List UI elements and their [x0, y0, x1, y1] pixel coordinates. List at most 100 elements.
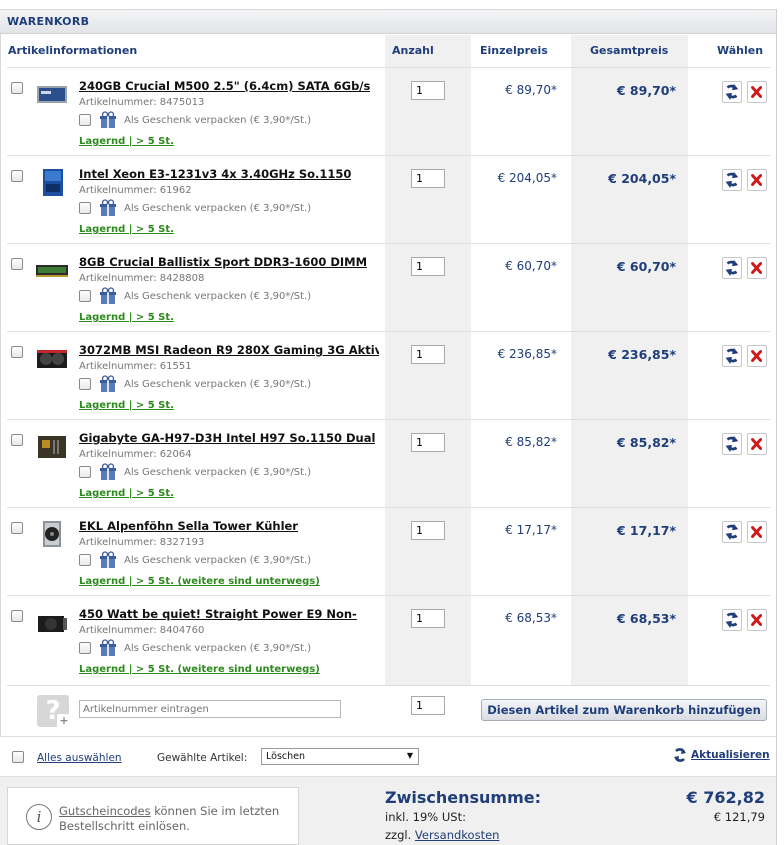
stock-status[interactable]: Lagernd | > 5 St. (weitere sind unterweg…	[79, 576, 320, 587]
cooler-icon[interactable]	[35, 520, 69, 548]
voucher-codes-link[interactable]: Gutscheincodes	[59, 804, 151, 818]
delete-item-button[interactable]	[747, 169, 767, 191]
shipping-costs-link[interactable]: Versandkosten	[415, 828, 500, 842]
unit-price: € 68,53*	[505, 611, 557, 625]
header-total-price: Gesamtpreis	[590, 44, 669, 57]
quantity-input[interactable]	[411, 169, 445, 188]
delete-icon	[751, 526, 763, 538]
quantity-input[interactable]	[411, 433, 445, 452]
total-price: € 89,70*	[616, 83, 676, 98]
total-price: € 85,82*	[616, 435, 676, 450]
quantity-input[interactable]	[411, 345, 445, 364]
article-number: Artikelnummer: 8475013	[79, 97, 205, 108]
gift-wrap-label: Als Geschenk verpacken (€ 3,90*/St.)	[124, 643, 312, 654]
item-select-checkbox[interactable]	[11, 610, 23, 622]
delete-item-button[interactable]	[747, 521, 767, 543]
gift-wrap-checkbox[interactable]	[79, 466, 91, 478]
unit-price: € 17,17*	[505, 523, 557, 537]
gift-icon	[100, 111, 116, 128]
article-number: Artikelnummer: 61551	[79, 361, 192, 372]
selected-action-value: Löschen	[266, 751, 305, 762]
voucher-text: Gutscheincodes können Sie im letzten Bes…	[59, 804, 289, 834]
cart-title-bar: WARENKORB	[0, 10, 776, 34]
mainboard-icon[interactable]	[35, 432, 69, 460]
total-price: € 68,53*	[616, 611, 676, 626]
update-item-button[interactable]	[722, 521, 742, 543]
add-to-cart-button[interactable]: Diesen Artikel zum Warenkorb hinzufügen	[481, 699, 767, 721]
stock-status[interactable]: Lagernd | > 5 St.	[79, 136, 174, 147]
gift-wrap-label: Als Geschenk verpacken (€ 3,90*/St.)	[124, 379, 312, 390]
product-name-link[interactable]: 240GB Crucial M500 2.5" (6.4cm) SATA 6Gb…	[79, 79, 370, 93]
item-select-checkbox[interactable]	[11, 434, 23, 446]
update-item-button[interactable]	[722, 169, 742, 191]
gift-wrap-label: Als Geschenk verpacken (€ 3,90*/St.)	[124, 115, 312, 126]
cpu-box-icon[interactable]	[35, 168, 69, 196]
cart-item-row: Gigabyte GA-H97-D3H Intel H97 So.1150 Du…	[7, 419, 770, 507]
gift-wrap-checkbox[interactable]	[79, 290, 91, 302]
product-name-link[interactable]: EKL Alpenföhn Sella Tower Kühler	[79, 519, 298, 533]
refresh-icon	[725, 347, 739, 365]
product-name-link[interactable]: 8GB Crucial Ballistix Sport DDR3-1600 DI…	[79, 255, 367, 269]
gpu-icon[interactable]	[35, 344, 69, 372]
article-number: Artikelnummer: 8428808	[79, 273, 205, 284]
gift-wrap-checkbox[interactable]	[79, 114, 91, 126]
voucher-info-box: i Gutscheincodes können Sie im letzten B…	[7, 787, 299, 845]
ram-icon[interactable]	[35, 256, 69, 284]
bulk-action-row: Alles auswählen Gewählte Artikel: Lösche…	[0, 736, 776, 776]
gift-wrap-checkbox[interactable]	[79, 202, 91, 214]
ssd-icon[interactable]	[35, 80, 69, 108]
product-name-link[interactable]: 450 Watt be quiet! Straight Power E9 Non…	[79, 607, 357, 621]
item-select-checkbox[interactable]	[11, 82, 23, 94]
delete-icon	[751, 438, 763, 450]
update-item-button[interactable]	[722, 609, 742, 631]
gift-wrap-checkbox[interactable]	[79, 642, 91, 654]
selected-action-dropdown[interactable]: Löschen ▼	[261, 748, 419, 765]
product-name-link[interactable]: 3072MB MSI Radeon R9 280X Gaming 3G Akti…	[79, 343, 379, 357]
quantity-input[interactable]	[411, 81, 445, 100]
article-number-input[interactable]	[79, 700, 341, 718]
cart-page: WARENKORB Artikelinformationen Anzahl Ei…	[0, 0, 784, 845]
gift-wrap-checkbox[interactable]	[79, 378, 91, 390]
shipping-info: zzgl. Versandkosten	[385, 828, 499, 842]
gift-wrap-checkbox[interactable]	[79, 554, 91, 566]
select-all-link[interactable]: Alles auswählen	[37, 752, 122, 764]
item-select-checkbox[interactable]	[11, 170, 23, 182]
item-select-checkbox[interactable]	[11, 346, 23, 358]
product-name-link[interactable]: Intel Xeon E3-1231v3 4x 3.40GHz So.1150	[79, 167, 351, 181]
info-icon: i	[26, 804, 52, 830]
unit-price: € 204,05*	[497, 171, 557, 185]
add-quantity-input[interactable]	[411, 696, 445, 715]
item-select-checkbox[interactable]	[11, 522, 23, 534]
vat-value: € 121,79	[713, 810, 765, 824]
update-item-button[interactable]	[722, 257, 742, 279]
psu-icon[interactable]	[35, 608, 69, 636]
stock-status[interactable]: Lagernd | > 5 St.	[79, 488, 174, 499]
refresh-cart-link[interactable]: Aktualisieren	[691, 749, 770, 761]
product-name-link[interactable]: Gigabyte GA-H97-D3H Intel H97 So.1150 Du…	[79, 431, 375, 445]
gift-wrap-label: Als Geschenk verpacken (€ 3,90*/St.)	[124, 467, 312, 478]
delete-item-button[interactable]	[747, 609, 767, 631]
total-price: € 60,70*	[616, 259, 676, 274]
delete-icon	[751, 174, 763, 186]
update-item-button[interactable]	[722, 81, 742, 103]
delete-item-button[interactable]	[747, 345, 767, 367]
gift-icon	[100, 463, 116, 480]
update-item-button[interactable]	[722, 433, 742, 455]
quantity-input[interactable]	[411, 521, 445, 540]
stock-status[interactable]: Lagernd | > 5 St.	[79, 312, 174, 323]
stock-status[interactable]: Lagernd | > 5 St. (weitere sind unterweg…	[79, 664, 320, 675]
delete-item-button[interactable]	[747, 257, 767, 279]
item-select-checkbox[interactable]	[11, 258, 23, 270]
cart-item-row: 8GB Crucial Ballistix Sport DDR3-1600 DI…	[7, 243, 770, 331]
delete-item-button[interactable]	[747, 81, 767, 103]
refresh-icon	[725, 611, 739, 629]
update-item-button[interactable]	[722, 345, 742, 367]
quantity-input[interactable]	[411, 257, 445, 276]
refresh-icon[interactable]	[673, 747, 687, 763]
stock-status[interactable]: Lagernd | > 5 St.	[79, 400, 174, 411]
stock-status[interactable]: Lagernd | > 5 St.	[79, 224, 174, 235]
select-all-checkbox[interactable]	[12, 751, 24, 763]
delete-item-button[interactable]	[747, 433, 767, 455]
quantity-input[interactable]	[411, 609, 445, 628]
refresh-icon	[725, 523, 739, 541]
